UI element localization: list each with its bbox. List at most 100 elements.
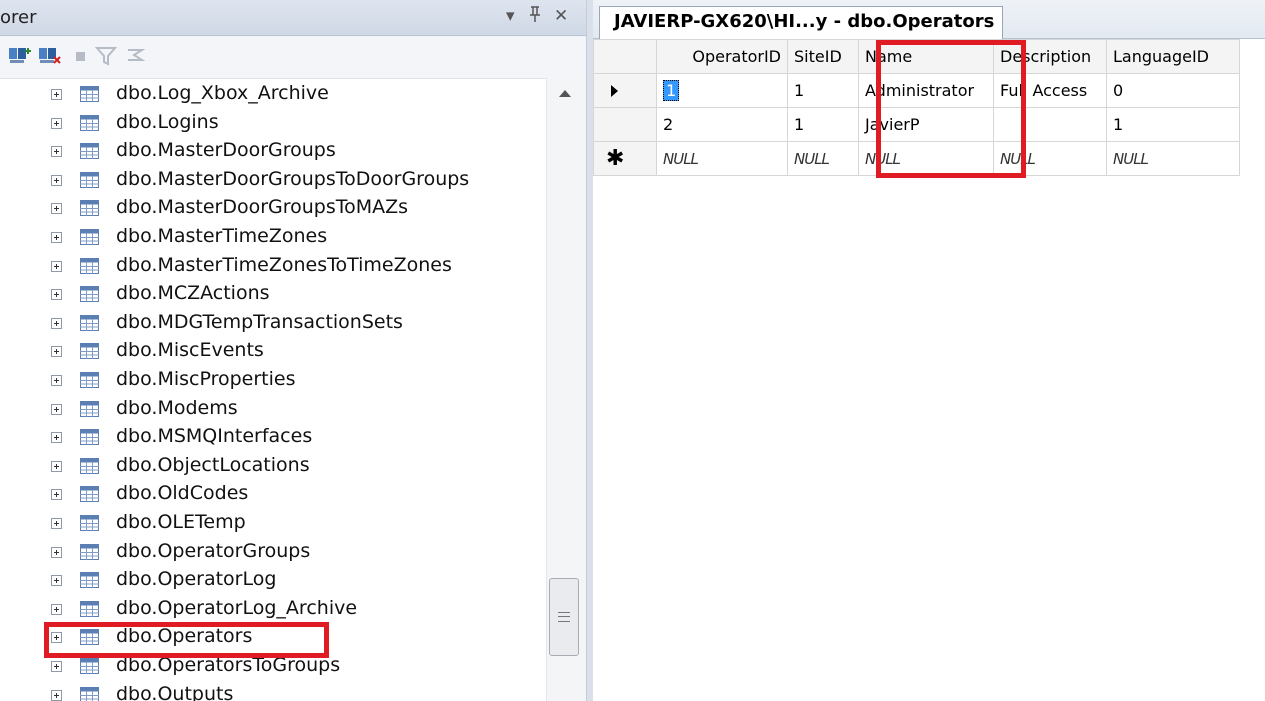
expand-plus-icon[interactable] bbox=[51, 575, 62, 587]
selected-cell-value: 1 bbox=[663, 80, 680, 101]
table-row-new[interactable]: ✱ NULL NULL NULL NULL NULL bbox=[593, 141, 1240, 176]
scroll-thumb[interactable] bbox=[549, 578, 579, 656]
expand-plus-icon[interactable] bbox=[51, 260, 62, 272]
tree-item[interactable]: dbo.ObjectLocations bbox=[0, 452, 546, 480]
expand-plus-icon[interactable] bbox=[51, 146, 62, 158]
cell-description[interactable] bbox=[993, 107, 1107, 142]
expand-plus-icon[interactable] bbox=[51, 632, 62, 644]
tree-item[interactable]: dbo.MasterTimeZonesToTimeZones bbox=[0, 252, 546, 280]
table-row[interactable]: 2 1 JavierP 1 bbox=[593, 107, 1240, 142]
expand-plus-icon[interactable] bbox=[51, 603, 62, 615]
expand-plus-icon[interactable] bbox=[51, 460, 62, 472]
expand-plus-icon[interactable] bbox=[51, 89, 62, 100]
cell-languageid[interactable]: 1 bbox=[1106, 107, 1240, 142]
expand-plus-icon[interactable] bbox=[51, 403, 62, 415]
table-icon bbox=[80, 343, 99, 360]
tree-item[interactable]: dbo.MSMQInterfaces bbox=[0, 423, 546, 451]
row-selector-current[interactable] bbox=[593, 73, 657, 108]
tree-item[interactable]: dbo.MasterDoorGroups bbox=[0, 137, 546, 165]
row-selector-new[interactable]: ✱ bbox=[593, 141, 657, 176]
column-header-siteid[interactable]: SiteID bbox=[787, 39, 859, 74]
expand-plus-icon[interactable] bbox=[51, 661, 62, 672]
tree-item-label: dbo.MasterDoorGroupsToMAZs bbox=[116, 196, 409, 219]
row-selector[interactable] bbox=[593, 107, 657, 142]
cell-description[interactable]: Full Access bbox=[993, 73, 1107, 108]
tree-item-label: dbo.MasterTimeZonesToTimeZones bbox=[116, 253, 452, 276]
tree-item[interactable]: dbo.OldCodes bbox=[0, 480, 546, 508]
object-explorer-panel: orer ▾ ✕ dbo.Log_Xbox_Archive dbo.Logins… bbox=[0, 0, 586, 701]
tree-item[interactable]: dbo.Log_Xbox_Archive bbox=[0, 80, 546, 108]
refresh-icon[interactable] bbox=[124, 45, 148, 67]
expand-plus-icon[interactable] bbox=[51, 317, 62, 329]
table-icon bbox=[80, 143, 99, 160]
stop-icon[interactable] bbox=[68, 45, 92, 67]
cell-name[interactable]: NULL bbox=[858, 141, 994, 176]
tree-item[interactable]: dbo.Logins bbox=[0, 109, 546, 137]
tab-dbo-operators[interactable]: JAVIERP-GX620\HI...y - dbo.Operators bbox=[599, 6, 1004, 39]
tree-item[interactable]: dbo.MasterDoorGroupsToDoorGroups bbox=[0, 166, 546, 194]
table-icon bbox=[80, 257, 99, 274]
tree-scrollbar[interactable] bbox=[546, 78, 586, 701]
close-icon[interactable]: ✕ bbox=[554, 5, 568, 27]
table-icon bbox=[80, 114, 99, 131]
tree-item-label: dbo.MiscEvents bbox=[116, 339, 264, 362]
scroll-up-arrow-icon[interactable] bbox=[559, 90, 571, 97]
column-header-name[interactable]: Name bbox=[858, 39, 994, 74]
tree-item[interactable]: dbo.Modems bbox=[0, 395, 546, 423]
expand-plus-icon[interactable] bbox=[51, 546, 62, 558]
table-icon bbox=[80, 629, 99, 646]
tree-item[interactable]: dbo.OperatorsToGroups bbox=[0, 652, 546, 680]
cell-description[interactable]: NULL bbox=[993, 141, 1107, 176]
tree-item[interactable]: dbo.MiscProperties bbox=[0, 366, 546, 394]
expand-plus-icon[interactable] bbox=[51, 117, 62, 129]
table-icon bbox=[80, 314, 99, 331]
cell-languageid[interactable]: NULL bbox=[1106, 141, 1240, 176]
connect-icon[interactable] bbox=[8, 45, 32, 67]
window-position-dropdown-icon[interactable]: ▾ bbox=[506, 5, 515, 27]
expand-plus-icon[interactable] bbox=[51, 432, 62, 444]
table-icon bbox=[80, 486, 99, 503]
tree-item[interactable]: dbo.Outputs bbox=[0, 681, 546, 701]
cell-siteid[interactable]: 1 bbox=[787, 107, 859, 142]
cell-operatorid[interactable]: 2 bbox=[656, 107, 788, 142]
cell-languageid[interactable]: 0 bbox=[1106, 73, 1240, 108]
tree-item[interactable]: dbo.MasterTimeZones bbox=[0, 223, 546, 251]
cell-siteid[interactable]: 1 bbox=[787, 73, 859, 108]
column-header-description[interactable]: Description bbox=[993, 39, 1107, 74]
tree-item[interactable]: dbo.OLETemp bbox=[0, 509, 546, 537]
tree-item[interactable]: dbo.MDGTempTransactionSets bbox=[0, 309, 546, 337]
tree-item[interactable]: dbo.OperatorLog_Archive bbox=[0, 595, 546, 623]
table-row[interactable]: 1 1 Administrator Full Access 0 bbox=[593, 73, 1240, 108]
expand-plus-icon[interactable] bbox=[51, 489, 62, 501]
expand-plus-icon[interactable] bbox=[51, 174, 62, 186]
explorer-toolbar bbox=[0, 36, 586, 79]
cell-name[interactable]: Administrator bbox=[858, 73, 994, 108]
grid-corner-header[interactable] bbox=[593, 39, 657, 74]
tree-item-label: dbo.MasterDoorGroups bbox=[116, 139, 336, 162]
tree-item[interactable]: dbo.Operators bbox=[0, 623, 546, 651]
expand-plus-icon[interactable] bbox=[51, 203, 62, 215]
table-icon bbox=[80, 429, 99, 446]
expand-plus-icon[interactable] bbox=[51, 375, 62, 386]
current-row-arrow-icon bbox=[611, 85, 618, 97]
auto-hide-pin-icon[interactable] bbox=[528, 5, 542, 29]
expand-plus-icon[interactable] bbox=[51, 689, 62, 701]
cell-operatorid[interactable]: NULL bbox=[656, 141, 788, 176]
cell-siteid[interactable]: NULL bbox=[787, 141, 859, 176]
expand-plus-icon[interactable] bbox=[51, 518, 62, 529]
disconnect-icon[interactable] bbox=[38, 45, 62, 67]
column-header-languageid[interactable]: LanguageID bbox=[1106, 39, 1240, 74]
tree-item[interactable]: dbo.MCZActions bbox=[0, 280, 546, 308]
cell-operatorid[interactable]: 1 bbox=[656, 73, 788, 108]
filter-icon[interactable] bbox=[94, 45, 118, 67]
expand-plus-icon[interactable] bbox=[51, 232, 62, 243]
column-header-operatorid[interactable]: OperatorID bbox=[656, 39, 788, 74]
expand-plus-icon[interactable] bbox=[51, 289, 62, 301]
explorer-title: orer bbox=[0, 7, 37, 28]
cell-name[interactable]: JavierP bbox=[858, 107, 994, 142]
tree-item[interactable]: dbo.OperatorLog bbox=[0, 566, 546, 594]
expand-plus-icon[interactable] bbox=[51, 346, 62, 358]
tree-item[interactable]: dbo.MasterDoorGroupsToMAZs bbox=[0, 194, 546, 222]
tree-item[interactable]: dbo.OperatorGroups bbox=[0, 538, 546, 566]
tree-item[interactable]: dbo.MiscEvents bbox=[0, 337, 546, 365]
